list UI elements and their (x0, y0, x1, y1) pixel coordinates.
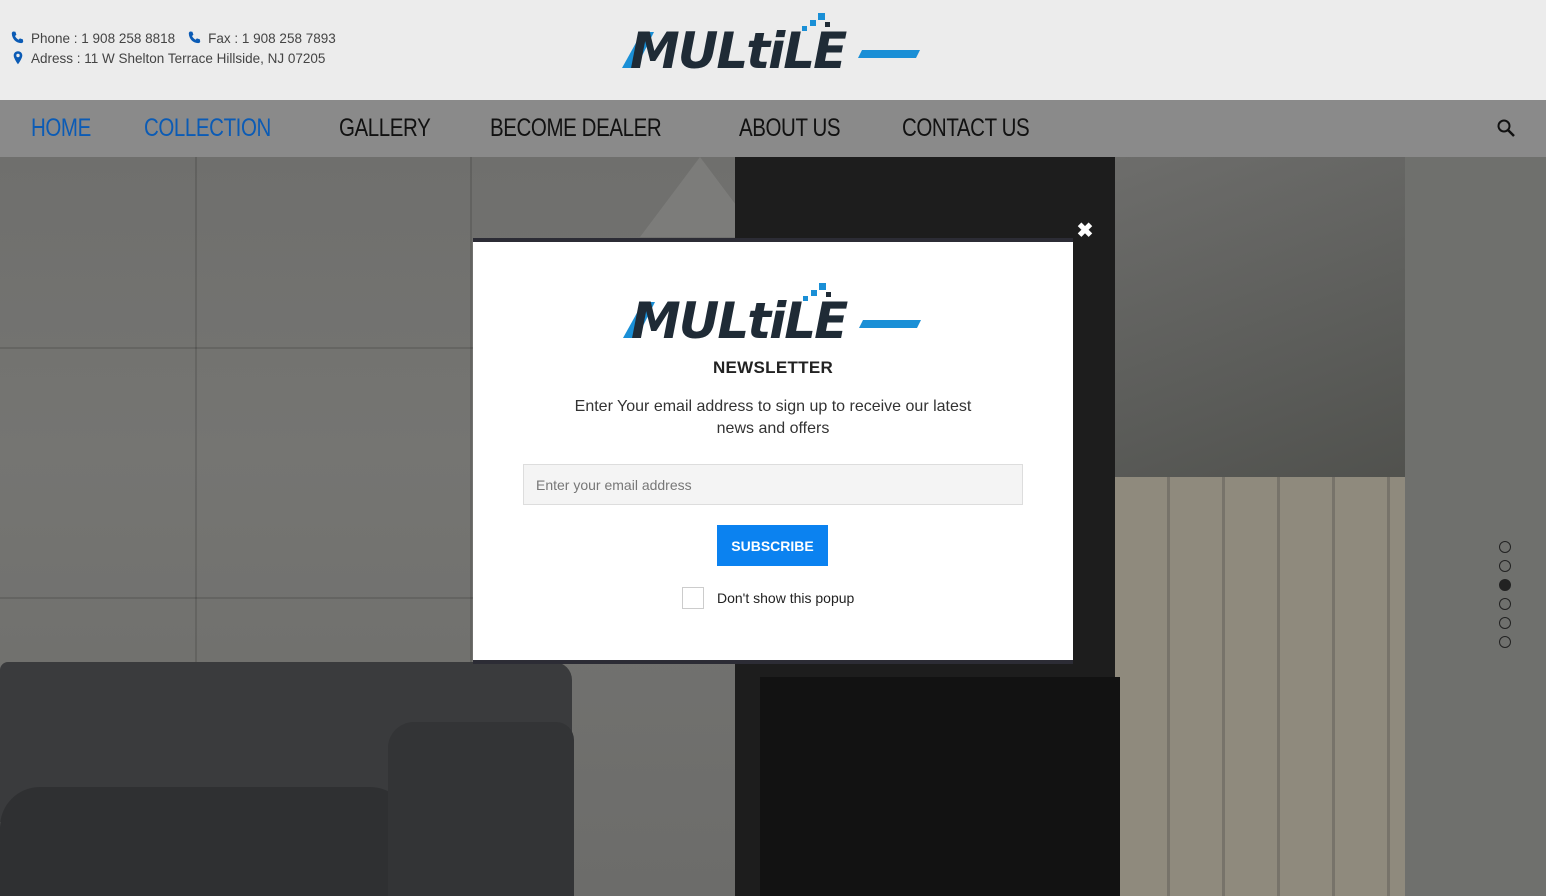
popup-description: Enter Your email address to sign up to r… (574, 398, 972, 437)
hero-side-wall (1405, 157, 1546, 896)
subscribe-button[interactable]: SUBSCRIBE (717, 525, 828, 566)
search-icon[interactable] (1496, 118, 1516, 138)
contact-info: Phone : 1 908 258 8818 Fax : 1 908 258 7… (10, 28, 336, 68)
phone-text: Phone : 1 908 258 8818 (31, 30, 176, 46)
slider-dot[interactable] (1499, 541, 1511, 553)
slider-dot[interactable] (1499, 636, 1511, 648)
newsletter-popup: MULtiLE NEWSLETTER Enter Your email addr… (473, 238, 1073, 664)
slider-dot[interactable] (1499, 617, 1511, 629)
fax-text: Fax : 1 908 258 7893 (208, 30, 336, 46)
phone-icon (11, 31, 24, 44)
nav-item-contact-us[interactable]: CONTACT US (902, 114, 1030, 143)
popup-logo-text: MULtiLE (631, 292, 848, 342)
dont-show-checkbox[interactable] (682, 587, 704, 609)
popup-multile-logo: MULtiLE (623, 283, 921, 342)
address-text: Adress : 11 W Shelton Terrace Hillside, … (31, 50, 326, 66)
nav-item-about-us[interactable]: ABOUT US (739, 114, 841, 143)
contact-row-phone: Phone : 1 908 258 8818 Fax : 1 908 258 7… (10, 28, 336, 48)
popup-title: NEWSLETTER (712, 358, 834, 377)
nav-item-collection[interactable]: COLLECTION (144, 114, 271, 143)
slider-dot[interactable] (1499, 598, 1511, 610)
nav-items: HOME COLLECTION GALLERY BECOME DEALER AB… (31, 100, 1098, 157)
hero-sofa-arm (388, 722, 574, 896)
nav-item-become-dealer[interactable]: BECOME DEALER (490, 114, 662, 143)
nav-item-gallery[interactable]: GALLERY (339, 114, 431, 143)
logo-text: MULtiLE (630, 22, 847, 72)
main-nav: HOME COLLECTION GALLERY BECOME DEALER AB… (0, 100, 1546, 157)
dont-show-label: Don't show this popup (717, 590, 855, 606)
slider-dot-active[interactable] (1499, 579, 1511, 591)
contact-row-address: Adress : 11 W Shelton Terrace Hillside, … (10, 48, 336, 68)
email-input[interactable] (523, 464, 1023, 505)
top-bar: Phone : 1 908 258 8818 Fax : 1 908 258 7… (0, 0, 1546, 100)
fax-phone-icon (188, 31, 201, 44)
nav-item-home[interactable]: HOME (31, 114, 91, 143)
slider-dot[interactable] (1499, 560, 1511, 572)
hero-sofa-seat (0, 787, 410, 896)
hero-wood-panel (1115, 477, 1405, 896)
slider-dots (1499, 541, 1511, 655)
multile-logo[interactable]: MULtiLE (620, 10, 922, 72)
close-icon[interactable]: ✖ (1076, 221, 1094, 241)
hero-fireplace (760, 677, 1120, 896)
map-pin-icon (13, 51, 23, 65)
